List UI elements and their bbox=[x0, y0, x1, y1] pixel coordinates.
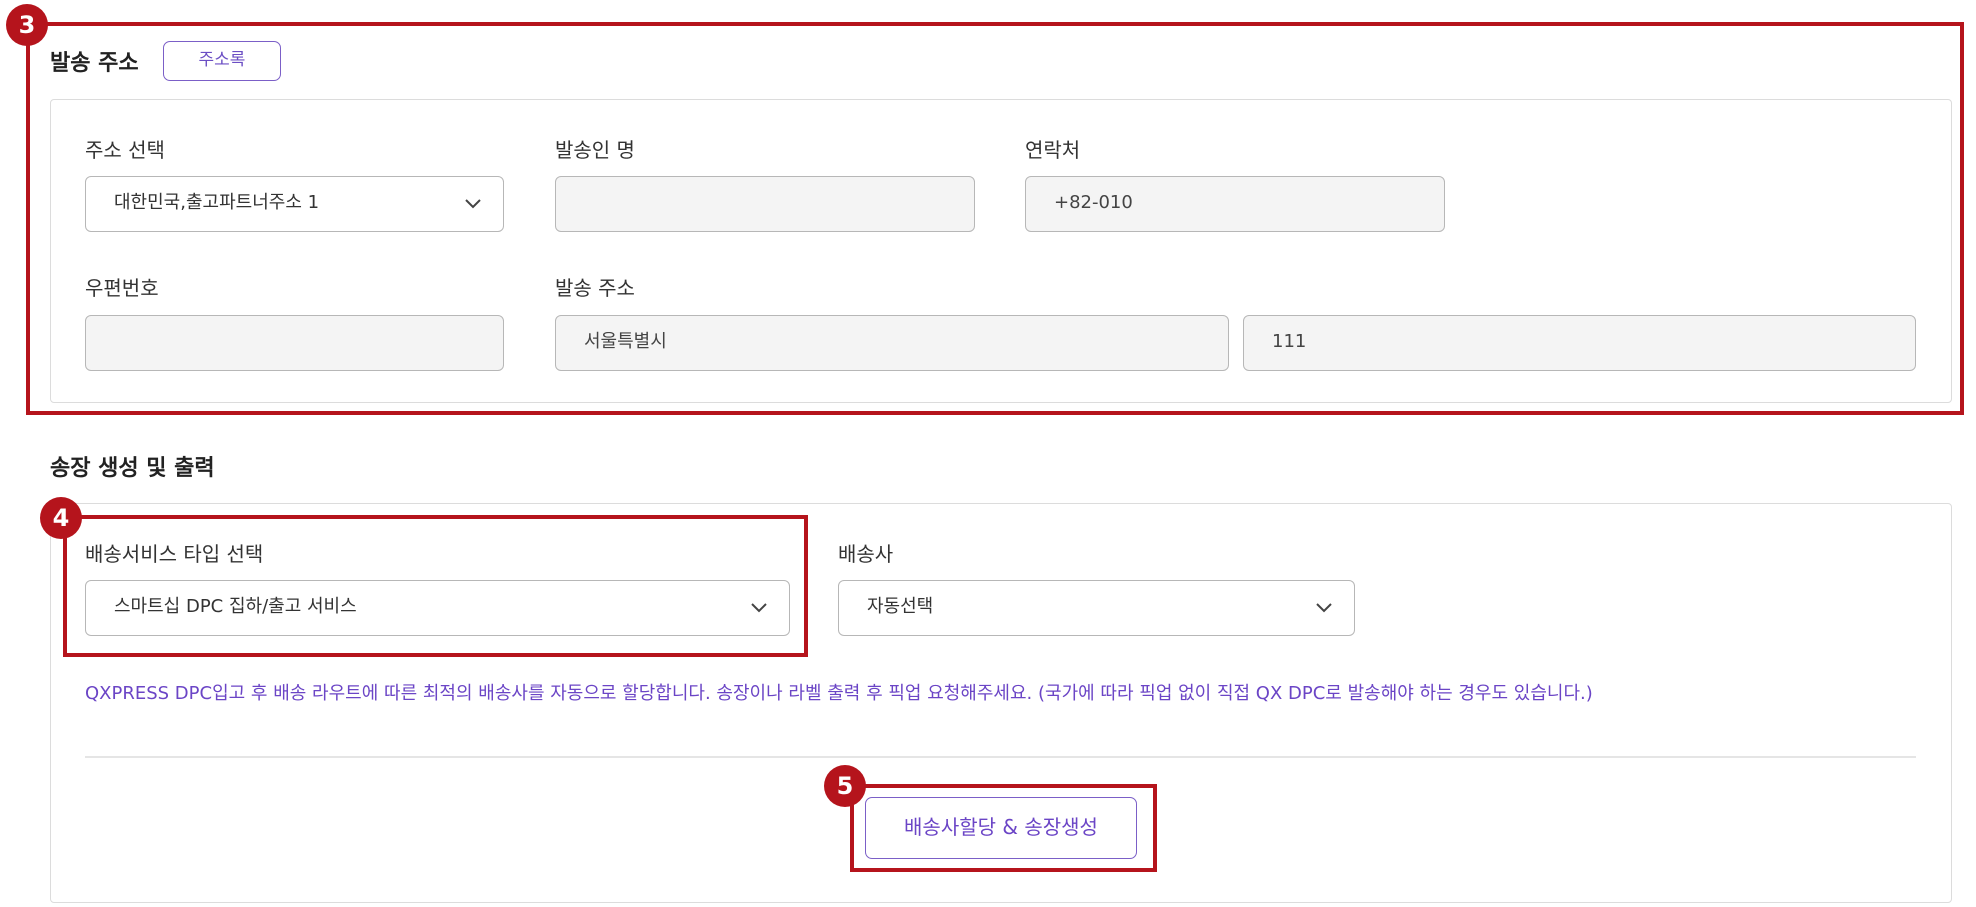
contact-field[interactable]: +82-010 bbox=[1025, 176, 1445, 232]
address-select-value: 대한민국,출고파트너주소 1 bbox=[114, 192, 320, 213]
service-type-label: 배송서비스 타입 선택 bbox=[85, 542, 264, 566]
annotation-badge-3: 3 bbox=[6, 4, 48, 46]
address-select-label: 주소 선택 bbox=[85, 138, 165, 162]
contact-label: 연락처 bbox=[1025, 138, 1081, 162]
chevron-down-icon bbox=[751, 603, 767, 613]
sender-section-title: 발송 주소 bbox=[50, 51, 139, 76]
sender-name-label: 발송인 명 bbox=[555, 138, 635, 162]
postal-code-field[interactable] bbox=[85, 315, 504, 371]
address-line1-field[interactable]: 서울특별시 bbox=[555, 315, 1229, 371]
service-type-value: 스마트십 DPC 집하/출고 서비스 bbox=[114, 596, 357, 617]
assign-carrier-generate-invoice-button[interactable]: 배송사할당 & 송장생성 bbox=[865, 797, 1137, 859]
section-divider bbox=[85, 756, 1916, 758]
annotation-badge-5: 5 bbox=[824, 765, 866, 807]
sender-address-label: 발송 주소 bbox=[555, 276, 635, 300]
address-book-button[interactable]: 주소록 bbox=[163, 41, 281, 81]
invoice-section-title: 송장 생성 및 출력 bbox=[50, 456, 215, 481]
annotation-badge-4: 4 bbox=[40, 497, 82, 539]
carrier-assignment-notice: QXPRESS DPC입고 후 배송 라우트에 따른 최적의 배송사를 자동으로… bbox=[85, 683, 1593, 704]
carrier-label: 배송사 bbox=[838, 542, 894, 566]
sender-name-field[interactable] bbox=[555, 176, 975, 232]
address-select-dropdown[interactable]: 대한민국,출고파트너주소 1 bbox=[85, 176, 504, 232]
chevron-down-icon bbox=[465, 199, 481, 209]
postal-code-label: 우편번호 bbox=[85, 276, 159, 300]
carrier-dropdown[interactable]: 자동선택 bbox=[838, 580, 1355, 636]
chevron-down-icon bbox=[1316, 603, 1332, 613]
service-type-dropdown[interactable]: 스마트십 DPC 집하/출고 서비스 bbox=[85, 580, 790, 636]
address-line2-field[interactable]: 111 bbox=[1243, 315, 1916, 371]
carrier-value: 자동선택 bbox=[867, 596, 934, 617]
